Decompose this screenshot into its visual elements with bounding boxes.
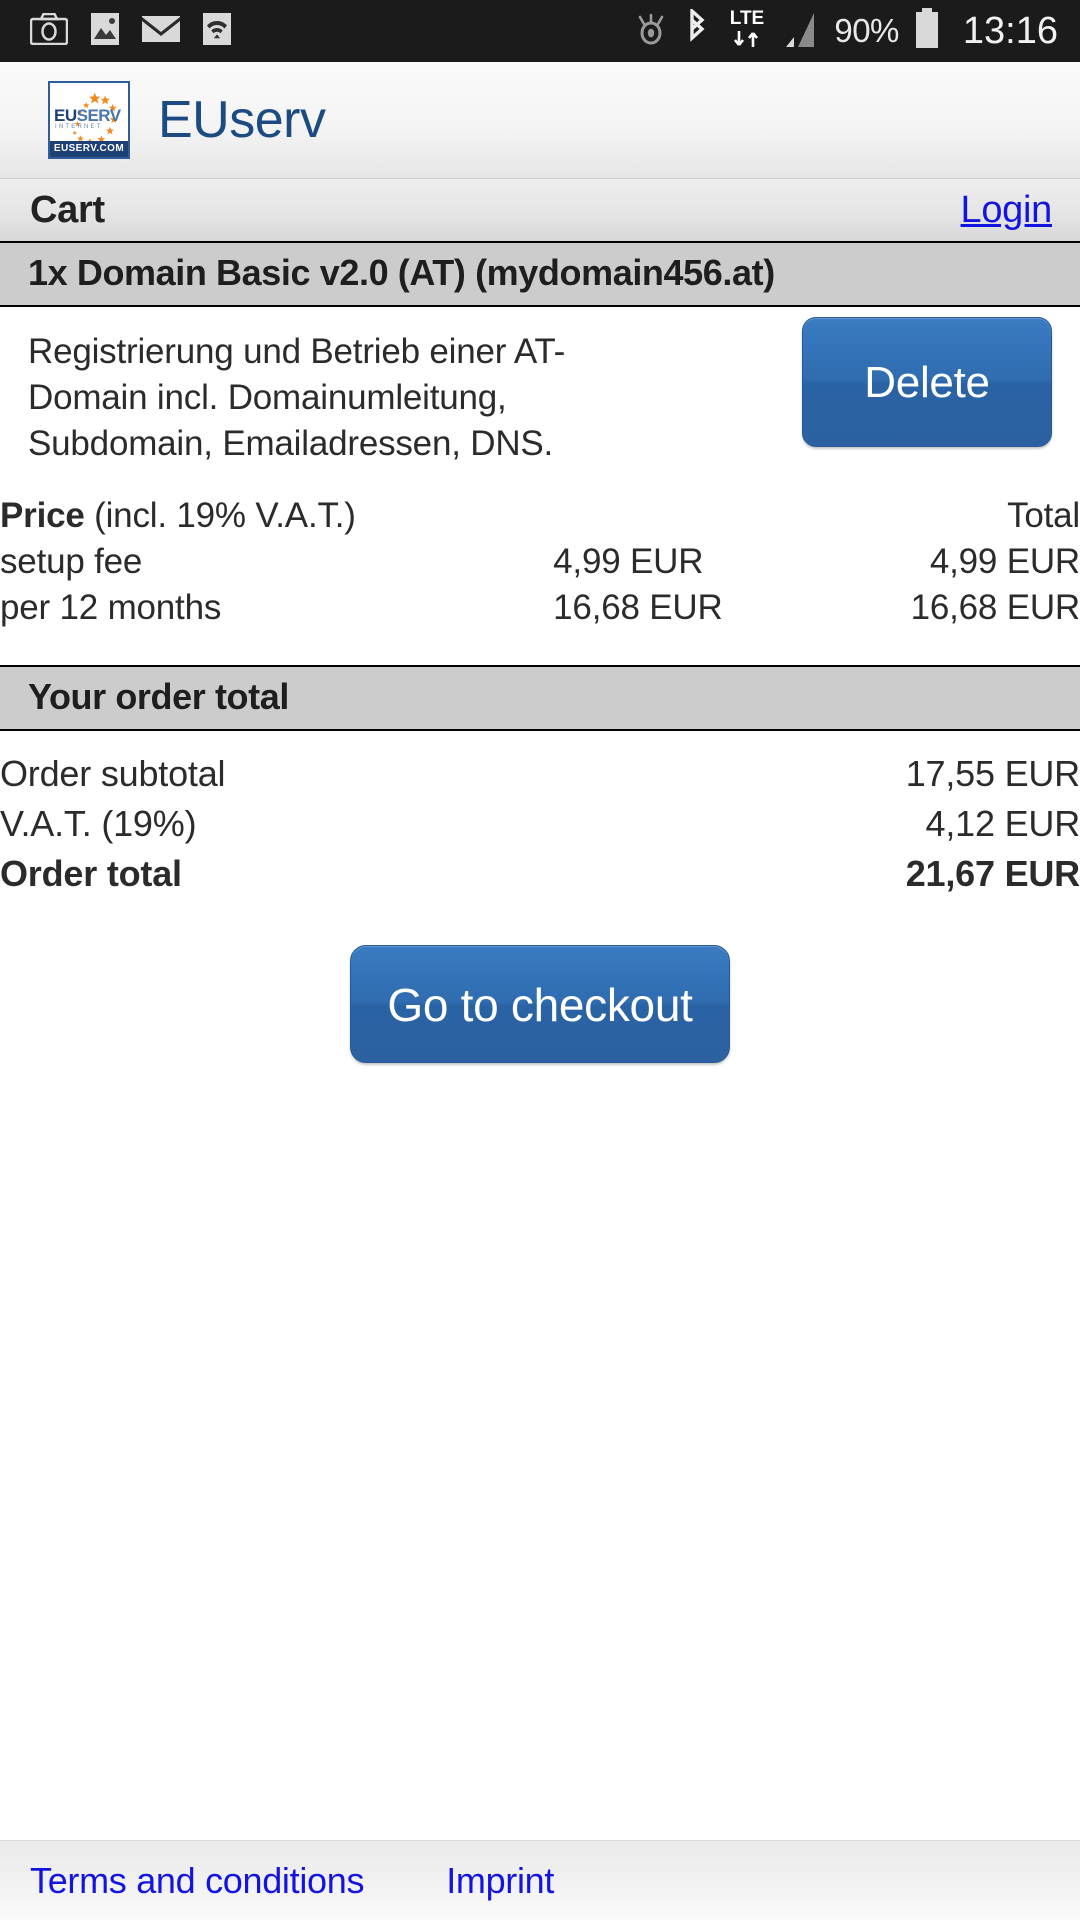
table-row: per 12 months 16,68 EUR 16,68 EUR: [0, 585, 1080, 631]
status-bar: LTE 90% 13:16: [0, 0, 1080, 62]
terms-and-conditions-link[interactable]: Terms and conditions: [30, 1860, 364, 1902]
go-to-checkout-button[interactable]: Go to checkout: [350, 945, 730, 1063]
order-vat-value: 4,12 EUR: [925, 803, 1080, 844]
page-title: Cart: [30, 188, 105, 231]
order-total-table: Order subtotal 17,55 EUR V.A.T. (19%) 4,…: [0, 749, 1080, 899]
order-subtotal-value: 17,55 EUR: [905, 753, 1080, 794]
table-row: Order subtotal 17,55 EUR: [0, 749, 1080, 799]
order-total-value: 21,67 EUR: [905, 853, 1080, 894]
cart-item-price-table: Price (incl. 19% V.A.T.) Total setup fee…: [0, 493, 1080, 631]
price-row-label: setup fee: [0, 542, 143, 581]
status-bar-left-icons: [29, 12, 232, 51]
logo-wordmark: EUSERV: [54, 106, 121, 125]
price-header-cell: Price (incl. 19% V.A.T.): [0, 493, 553, 539]
cart-item-body: Registrierung und Betrieb einer AT-Domai…: [0, 307, 1080, 467]
table-row: Order total 21,67 EUR: [0, 849, 1080, 899]
delete-button[interactable]: Delete: [802, 317, 1052, 447]
price-row-label: per 12 months: [0, 588, 222, 627]
section-spacer: [0, 631, 1080, 665]
status-bar-right-icons: LTE 90% 13:16: [632, 5, 1058, 58]
eye-icon: [632, 11, 670, 52]
price-row-price: 16,68 EUR: [553, 588, 723, 627]
cart-item-description: Registrierung und Betrieb einer AT-Domai…: [28, 332, 566, 463]
price-header-bold: Price: [0, 496, 85, 535]
price-row-total: 4,99 EUR: [929, 542, 1080, 581]
price-row-price: 4,99 EUR: [553, 542, 704, 581]
battery-percent-label: 90%: [834, 12, 899, 49]
price-header-spacer: [553, 493, 816, 539]
price-table-header-row: Price (incl. 19% V.A.T.) Total: [0, 493, 1080, 539]
table-row: setup fee 4,99 EUR 4,99 EUR: [0, 539, 1080, 585]
logo-domain-label: EUSERV.COM: [50, 141, 128, 157]
footer: Terms and conditions Imprint: [0, 1840, 1080, 1920]
signal-icon: [784, 9, 820, 54]
imprint-link[interactable]: Imprint: [446, 1860, 554, 1902]
bluetooth-icon: [684, 6, 710, 54]
cart-item-header: 1x Domain Basic v2.0 (AT) (mydomain456.a…: [0, 241, 1080, 307]
order-total-header: Your order total: [0, 665, 1080, 731]
euserv-logo[interactable]: EUSERV INTERNET EUSERV.COM: [48, 81, 130, 159]
price-header-note: (incl. 19% V.A.T.): [94, 496, 356, 535]
lte-icon: LTE: [724, 5, 770, 58]
logo-subtitle: INTERNET: [55, 124, 103, 130]
order-total-label: Order total: [0, 853, 182, 894]
checkout-button-container: Go to checkout: [0, 945, 1080, 1063]
app-header: EUSERV INTERNET EUSERV.COM EUserv: [0, 62, 1080, 179]
order-vat-label: V.A.T. (19%): [0, 803, 197, 844]
battery-icon: [913, 7, 941, 55]
total-header-cell: Total: [1007, 496, 1080, 535]
page-title-bar: Cart Login: [0, 179, 1080, 241]
price-row-total: 16,68 EUR: [910, 588, 1080, 627]
email-icon: [142, 15, 180, 48]
status-bar-clock: 13:16: [962, 9, 1058, 52]
image-icon: [90, 12, 120, 51]
table-row: V.A.T. (19%) 4,12 EUR: [0, 799, 1080, 849]
order-subtotal-label: Order subtotal: [0, 753, 226, 794]
svg-text:LTE: LTE: [730, 8, 764, 29]
camera-icon: [29, 12, 69, 50]
app-title: EUserv: [158, 91, 326, 149]
wifi-icon: [202, 12, 232, 51]
login-link[interactable]: Login: [961, 189, 1053, 232]
